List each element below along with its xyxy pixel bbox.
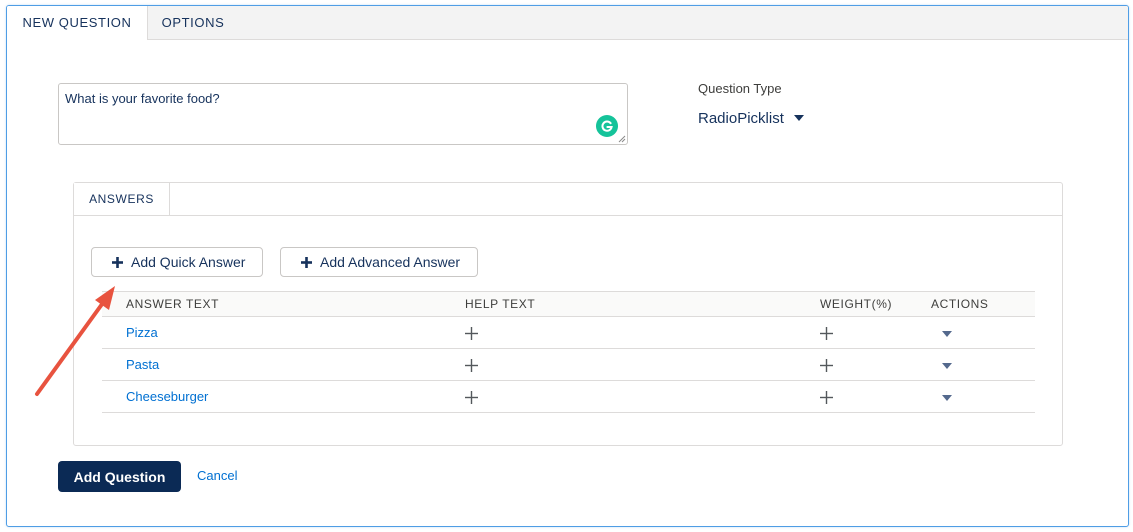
- tab-options[interactable]: OPTIONS: [148, 6, 238, 39]
- add-weight-plus-icon[interactable]: [820, 327, 833, 340]
- tab-answers[interactable]: ANSWERS: [74, 183, 170, 215]
- resize-grip-icon[interactable]: [618, 135, 626, 143]
- grammarly-icon[interactable]: [596, 115, 618, 137]
- question-type-select[interactable]: RadioPicklist: [698, 106, 804, 130]
- add-help-text-plus-icon[interactable]: [465, 327, 478, 340]
- add-help-text-plus-icon[interactable]: [465, 359, 478, 372]
- add-weight-plus-icon[interactable]: [820, 359, 833, 372]
- plus-icon: [301, 256, 312, 268]
- table-header: ANSWER TEXT HELP TEXT WEIGHT(%) ACTIONS: [102, 291, 1035, 317]
- add-question-button[interactable]: Add Question: [58, 461, 181, 492]
- table-row: Pasta: [102, 349, 1035, 381]
- tab-new-question[interactable]: NEW QUESTION: [7, 6, 148, 40]
- answers-tab-bar: ANSWERS: [74, 183, 1062, 216]
- answer-text-link[interactable]: Pasta: [126, 349, 159, 380]
- cancel-link[interactable]: Cancel: [197, 468, 237, 483]
- answers-table: ANSWER TEXT HELP TEXT WEIGHT(%) ACTIONS …: [102, 291, 1035, 413]
- row-actions-caret-down-icon[interactable]: [942, 363, 952, 369]
- answer-text-link[interactable]: Pizza: [126, 317, 158, 348]
- add-advanced-answer-label: Add Advanced Answer: [320, 254, 461, 270]
- table-row: Pizza: [102, 317, 1035, 349]
- add-weight-plus-icon[interactable]: [820, 391, 833, 404]
- row-actions-caret-down-icon[interactable]: [942, 331, 952, 337]
- plus-icon: [112, 256, 123, 268]
- add-help-text-plus-icon[interactable]: [465, 391, 478, 404]
- add-quick-answer-label: Add Quick Answer: [131, 254, 246, 270]
- column-header-answer-text: ANSWER TEXT: [126, 297, 220, 311]
- table-row: Cheeseburger: [102, 381, 1035, 413]
- column-header-help-text: HELP TEXT: [465, 297, 536, 311]
- question-text-value[interactable]: What is your favorite food?: [65, 91, 220, 106]
- column-header-actions: ACTIONS: [931, 297, 989, 311]
- add-quick-answer-button[interactable]: Add Quick Answer: [91, 247, 263, 277]
- question-type-value[interactable]: RadioPicklist: [698, 110, 784, 127]
- add-advanced-answer-button[interactable]: Add Advanced Answer: [280, 247, 478, 277]
- row-actions-caret-down-icon[interactable]: [942, 395, 952, 401]
- question-editor-frame: NEW QUESTION OPTIONS What is your favori…: [6, 5, 1129, 527]
- question-type-label: Question Type: [698, 81, 782, 96]
- top-tab-bar: NEW QUESTION OPTIONS: [7, 6, 1128, 40]
- question-text-input[interactable]: What is your favorite food?: [58, 83, 628, 145]
- answers-panel: ANSWERS Add Quick Answer Add Advanced An…: [73, 182, 1063, 446]
- column-header-weight: WEIGHT(%): [820, 297, 893, 311]
- caret-down-icon[interactable]: [793, 115, 804, 121]
- answer-text-link[interactable]: Cheeseburger: [126, 381, 208, 412]
